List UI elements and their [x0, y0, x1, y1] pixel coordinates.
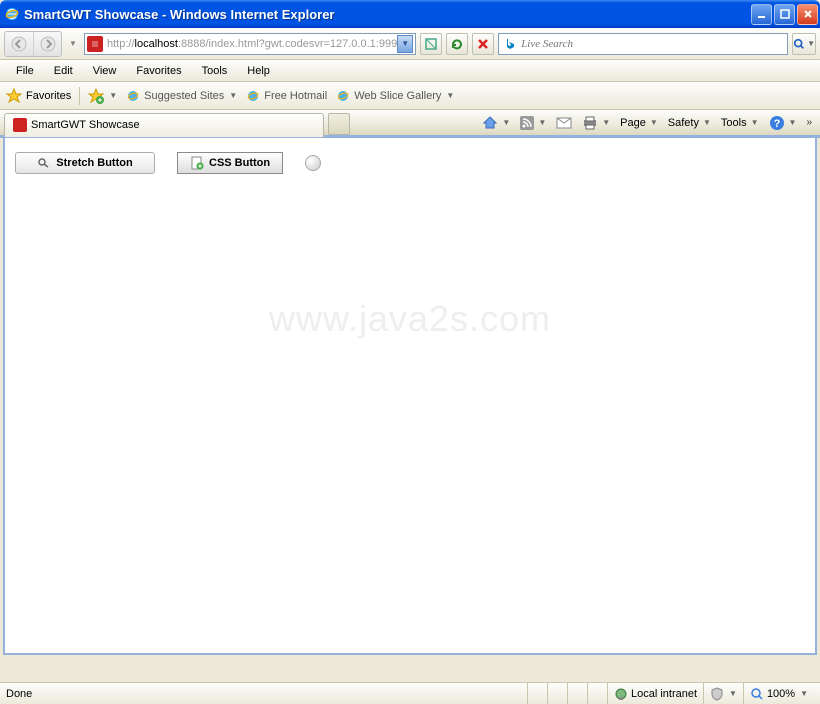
refresh-button[interactable] — [446, 33, 468, 55]
rss-icon — [520, 116, 534, 130]
safety-menu[interactable]: Safety▼ — [664, 115, 715, 131]
page-menu[interactable]: Page▼ — [616, 115, 662, 131]
suggested-sites-link[interactable]: Suggested Sites▼ — [125, 88, 237, 104]
favorites-button[interactable]: Favorites — [6, 88, 71, 104]
stretch-button[interactable]: Stretch Button — [15, 152, 155, 174]
menu-view[interactable]: View — [85, 63, 125, 79]
back-button[interactable] — [5, 32, 33, 56]
menu-favorites[interactable]: Favorites — [128, 63, 189, 79]
css-button[interactable]: CSS Button — [177, 152, 283, 174]
help-button[interactable]: ?▼ — [765, 113, 801, 133]
window-title: SmartGWT Showcase - Windows Internet Exp… — [24, 7, 751, 22]
search-input[interactable] — [521, 38, 783, 50]
help-icon: ? — [769, 115, 785, 131]
navigation-bar: ▼ http://localhost:8888/index.html?gwt.c… — [0, 28, 820, 60]
nav-buttons — [4, 31, 62, 57]
home-icon — [482, 115, 498, 131]
menu-help[interactable]: Help — [239, 63, 278, 79]
search-bar[interactable] — [498, 33, 788, 55]
address-bar[interactable]: http://localhost:8888/index.html?gwt.cod… — [84, 33, 416, 55]
button-bar: Stretch Button CSS Button — [15, 152, 805, 174]
intranet-icon — [614, 687, 628, 701]
ie-page-icon — [335, 88, 351, 104]
nav-history-dropdown[interactable]: ▼ — [66, 32, 80, 56]
address-url: http://localhost:8888/index.html?gwt.cod… — [107, 38, 397, 50]
favorites-bar: Favorites ▼ Suggested Sites▼ Free Hotmai… — [0, 82, 820, 110]
compat-view-button[interactable] — [420, 33, 442, 55]
protected-mode[interactable]: ▼ — [703, 683, 743, 704]
web-slice-link[interactable]: Web Slice Gallery▼ — [335, 88, 454, 104]
overflow-chevron[interactable]: » — [802, 117, 816, 128]
status-seg-1 — [527, 683, 547, 704]
find-icon — [37, 158, 51, 168]
add-page-icon — [190, 156, 204, 170]
menu-bar: File Edit View Favorites Tools Help — [0, 60, 820, 82]
tab-title: SmartGWT Showcase — [31, 119, 140, 131]
ie-logo-icon — [4, 6, 20, 22]
site-favicon-icon — [87, 36, 103, 52]
image-button[interactable] — [305, 155, 321, 171]
maximize-button[interactable] — [774, 4, 795, 25]
search-go-button[interactable]: ▼ — [792, 33, 816, 55]
status-seg-3 — [567, 683, 587, 704]
forward-button[interactable] — [33, 32, 61, 56]
window-titlebar: SmartGWT Showcase - Windows Internet Exp… — [0, 0, 820, 28]
content-area: Stretch Button CSS Button www.java2s.com — [3, 138, 817, 655]
new-tab-button[interactable] — [328, 113, 350, 135]
tab-smartgwt[interactable]: SmartGWT Showcase — [4, 113, 324, 137]
close-button[interactable] — [797, 4, 818, 25]
zoom-icon — [750, 687, 764, 701]
minimize-button[interactable] — [751, 4, 772, 25]
home-button[interactable]: ▼ — [478, 113, 514, 133]
star-icon — [6, 88, 22, 104]
add-favorite-button[interactable]: ▼ — [88, 88, 117, 104]
address-dropdown[interactable]: ▼ — [397, 35, 413, 53]
zoom-control[interactable]: 100% ▼ — [743, 683, 814, 704]
svg-text:?: ? — [773, 118, 780, 130]
print-icon — [582, 116, 598, 130]
security-zone[interactable]: Local intranet — [607, 683, 703, 704]
mail-icon — [556, 117, 572, 129]
shield-icon — [710, 687, 724, 701]
watermark-text: www.java2s.com — [5, 298, 815, 340]
ie-page-icon — [245, 88, 261, 104]
status-bar: Done Local intranet ▼ 100% ▼ — [0, 682, 820, 704]
bing-icon — [503, 37, 517, 51]
tab-bar: SmartGWT Showcase ▼ ▼ ▼ Page▼ Safety▼ To… — [0, 110, 820, 138]
ie-page-icon — [125, 88, 141, 104]
separator — [79, 87, 80, 105]
command-bar: ▼ ▼ ▼ Page▼ Safety▼ Tools▼ ?▼ » — [478, 113, 816, 133]
print-button[interactable]: ▼ — [578, 114, 614, 132]
status-seg-4 — [587, 683, 607, 704]
menu-file[interactable]: File — [8, 63, 42, 79]
menu-edit[interactable]: Edit — [46, 63, 81, 79]
menu-tools[interactable]: Tools — [194, 63, 236, 79]
status-seg-2 — [547, 683, 567, 704]
stop-button[interactable] — [472, 33, 494, 55]
mail-button[interactable] — [552, 115, 576, 131]
status-text: Done — [6, 688, 527, 700]
tools-menu[interactable]: Tools▼ — [717, 115, 763, 131]
tab-favicon-icon — [13, 118, 27, 132]
free-hotmail-link[interactable]: Free Hotmail — [245, 88, 327, 104]
star-add-icon — [88, 88, 104, 104]
feeds-button[interactable]: ▼ — [516, 114, 550, 132]
